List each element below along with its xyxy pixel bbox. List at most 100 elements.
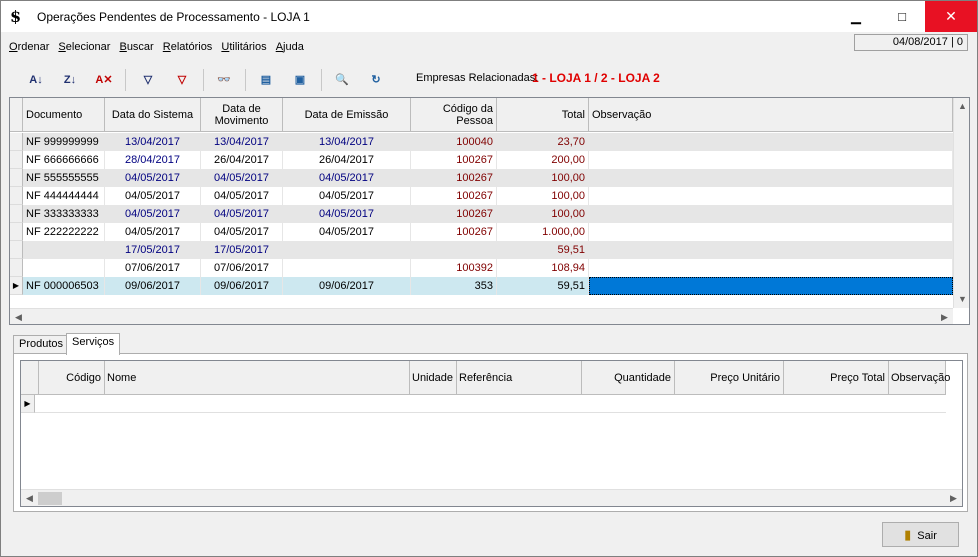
cell-total[interactable]: 59,51 <box>497 277 589 295</box>
cell-cod[interactable]: 353 <box>411 277 497 295</box>
cell-mov[interactable]: 04/05/2017 <box>201 187 283 205</box>
cell-mov[interactable]: 04/05/2017 <box>201 205 283 223</box>
clear-filter-icon[interactable]: ▽ <box>171 69 193 91</box>
column-header-mov[interactable]: Data de Movimento <box>201 98 283 132</box>
sair-button[interactable]: ▮ Sair <box>882 522 959 547</box>
cell-emi[interactable]: 13/04/2017 <box>283 133 411 151</box>
horizontal-scrollbar[interactable]: ◀ ▶ <box>10 308 953 324</box>
table-row[interactable]: NF 999999999 13/04/2017 13/04/2017 13/04/20… <box>10 133 953 151</box>
cell-total[interactable]: 108,94 <box>497 259 589 277</box>
row-indicator[interactable] <box>10 223 23 241</box>
cell-total[interactable]: 200,00 <box>497 151 589 169</box>
cell-doc[interactable]: NF 444444444 <box>23 187 105 205</box>
cell-obs[interactable] <box>589 187 953 205</box>
cell-cod[interactable] <box>411 241 497 259</box>
row-indicator[interactable] <box>10 241 23 259</box>
menu-selecionar[interactable]: Selecionar <box>58 41 110 53</box>
cell-obs[interactable] <box>589 151 953 169</box>
cell-sis[interactable]: 13/04/2017 <box>105 133 201 151</box>
binoculars-icon[interactable]: 👓 <box>213 69 235 91</box>
row-indicator[interactable] <box>10 151 23 169</box>
operations-grid[interactable]: Documento Data do Sistema Data de Moviment… <box>9 97 970 325</box>
tab-servicos[interactable]: Serviços <box>66 333 121 355</box>
scroll-left-icon[interactable]: ◀ <box>10 309 27 324</box>
row-indicator[interactable] <box>10 133 23 151</box>
cell-mov[interactable]: 17/05/2017 <box>201 241 283 259</box>
cell-mov[interactable]: 13/04/2017 <box>201 133 283 151</box>
scroll-left-icon[interactable]: ◀ <box>21 490 38 506</box>
cell-emi[interactable]: 26/04/2017 <box>283 151 411 169</box>
cell-mov[interactable]: 04/05/2017 <box>201 169 283 187</box>
cell-mov[interactable]: 07/06/2017 <box>201 259 283 277</box>
cell-doc[interactable]: NF 333333333 <box>23 205 105 223</box>
table-row[interactable]: ▶ NF 000006503 09/06/2017 09/06/2017 09/06/2… <box>10 277 953 295</box>
sort-desc-icon[interactable]: Z↓ <box>59 69 81 91</box>
cell-obs[interactable] <box>589 205 953 223</box>
cell-cod[interactable]: 100267 <box>411 187 497 205</box>
menu-relatorios[interactable]: Relatórios <box>163 41 213 53</box>
cell-cod[interactable]: 100267 <box>411 169 497 187</box>
cell-obs[interactable] <box>589 223 953 241</box>
scroll-right-icon[interactable]: ▶ <box>936 309 953 324</box>
table-row[interactable]: 17/05/2017 17/05/2017 59,51 <box>10 241 953 259</box>
cell-emi[interactable]: 04/05/2017 <box>283 223 411 241</box>
cell-mov[interactable]: 04/05/2017 <box>201 223 283 241</box>
cell-emi[interactable] <box>283 259 411 277</box>
cell-doc[interactable] <box>23 241 105 259</box>
sort-asc-icon[interactable]: A↓ <box>25 69 47 91</box>
cell-emi[interactable] <box>283 241 411 259</box>
cell-sis[interactable]: 17/05/2017 <box>105 241 201 259</box>
cell-total[interactable]: 100,00 <box>497 169 589 187</box>
table-row[interactable]: 07/06/2017 07/06/2017 100392 108,94 <box>10 259 953 277</box>
cell-sis[interactable]: 28/04/2017 <box>105 151 201 169</box>
cell-emi[interactable]: 09/06/2017 <box>283 277 411 295</box>
cell-obs[interactable] <box>589 259 953 277</box>
cell-sis[interactable]: 04/05/2017 <box>105 169 201 187</box>
cell-obs[interactable] <box>589 133 953 151</box>
services-grid[interactable]: Código Nome Unidade Referência Quantidade Pre… <box>20 360 963 507</box>
column-header-preco-total[interactable]: Preço Total <box>784 361 889 395</box>
columns-icon[interactable]: ▤ <box>255 69 277 91</box>
cell-obs[interactable] <box>589 277 953 295</box>
cell-obs[interactable] <box>589 241 953 259</box>
refresh-icon[interactable]: ↻ <box>365 69 387 91</box>
cell-doc[interactable]: NF 000006503 <box>23 277 105 295</box>
cell-total[interactable]: 23,70 <box>497 133 589 151</box>
tab-produtos[interactable]: Produtos <box>13 335 70 354</box>
maximize-button[interactable]: □ <box>879 1 925 32</box>
row-indicator[interactable] <box>10 205 23 223</box>
cell-sis[interactable]: 04/05/2017 <box>105 205 201 223</box>
column-header-doc[interactable]: Documento <box>23 98 105 132</box>
cell-doc[interactable]: NF 999999999 <box>23 133 105 151</box>
close-button[interactable]: ✕ <box>925 1 977 32</box>
row-indicator[interactable] <box>10 259 23 277</box>
column-header-codigo[interactable]: Código <box>39 361 105 395</box>
table-row[interactable]: NF 333333333 04/05/2017 04/05/2017 04/05/20… <box>10 205 953 223</box>
cell-total[interactable]: 1.000,00 <box>497 223 589 241</box>
menu-ajuda[interactable]: Ajuda <box>276 41 304 53</box>
cell-total[interactable]: 100,00 <box>497 187 589 205</box>
row-indicator-icon[interactable]: ▶ <box>10 277 23 295</box>
cell-doc[interactable]: NF 666666666 <box>23 151 105 169</box>
cell-total[interactable]: 59,51 <box>497 241 589 259</box>
column-header-unidade[interactable]: Unidade <box>410 361 457 395</box>
cell-cod[interactable]: 100267 <box>411 205 497 223</box>
column-header-emi[interactable]: Data de Emissão <box>283 98 411 132</box>
cell-mov[interactable]: 26/04/2017 <box>201 151 283 169</box>
scroll-down-icon[interactable]: ▼ <box>954 291 969 308</box>
cell-emi[interactable]: 04/05/2017 <box>283 187 411 205</box>
vertical-scrollbar[interactable]: ▲ ▼ <box>953 98 969 308</box>
cell-cod[interactable]: 100267 <box>411 223 497 241</box>
cell-cod[interactable]: 100267 <box>411 151 497 169</box>
preview-icon[interactable]: 🔍 <box>331 69 353 91</box>
menu-utilitarios[interactable]: Utilitários <box>221 41 266 53</box>
cell-emi[interactable]: 04/05/2017 <box>283 169 411 187</box>
row-indicator[interactable] <box>10 169 23 187</box>
column-header-nome[interactable]: Nome <box>105 361 410 395</box>
column-header-total[interactable]: Total <box>497 98 589 132</box>
table-row[interactable]: NF 222222222 04/05/2017 04/05/2017 04/05/20… <box>10 223 953 241</box>
cell-sis[interactable]: 04/05/2017 <box>105 187 201 205</box>
new-row[interactable]: ▶ <box>21 395 946 413</box>
table-row[interactable]: NF 555555555 04/05/2017 04/05/2017 04/05/20… <box>10 169 953 187</box>
cell-cod[interactable]: 100392 <box>411 259 497 277</box>
